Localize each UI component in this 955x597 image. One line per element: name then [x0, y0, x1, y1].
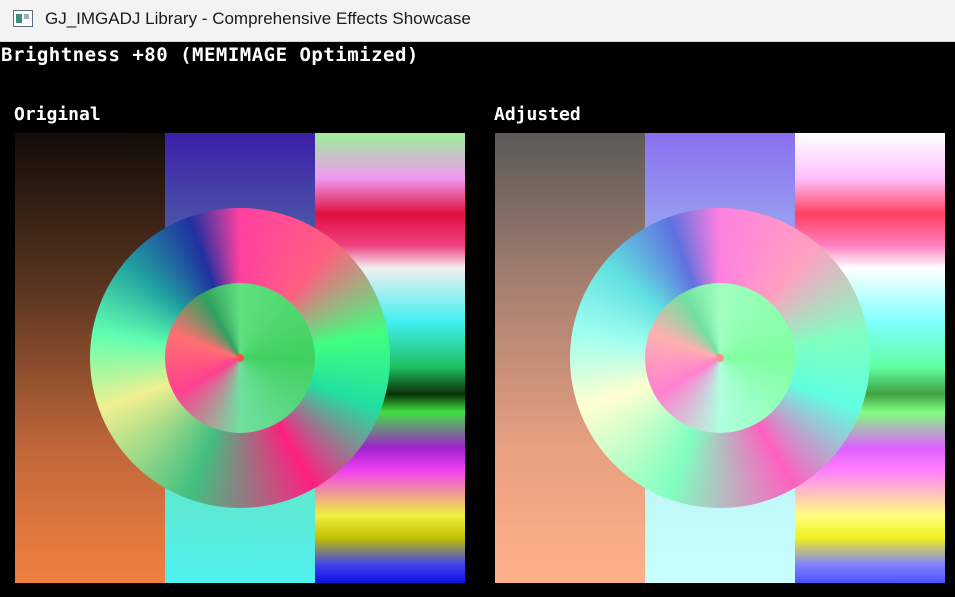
app-window-icon: [13, 10, 33, 27]
wheel-center: [236, 354, 244, 362]
original-image: [15, 133, 465, 583]
render-canvas: Brightness +80 (MEMIMAGE Optimized) Orig…: [0, 42, 955, 597]
original-label: Original: [14, 104, 101, 125]
wheel-center: [716, 354, 724, 362]
effect-heading: Brightness +80 (MEMIMAGE Optimized): [1, 44, 419, 66]
window-title: GJ_IMGADJ Library - Comprehensive Effect…: [45, 9, 471, 28]
adjusted-image: [495, 133, 945, 583]
adjusted-label: Adjusted: [494, 104, 581, 125]
title-bar[interactable]: GJ_IMGADJ Library - Comprehensive Effect…: [0, 0, 955, 42]
